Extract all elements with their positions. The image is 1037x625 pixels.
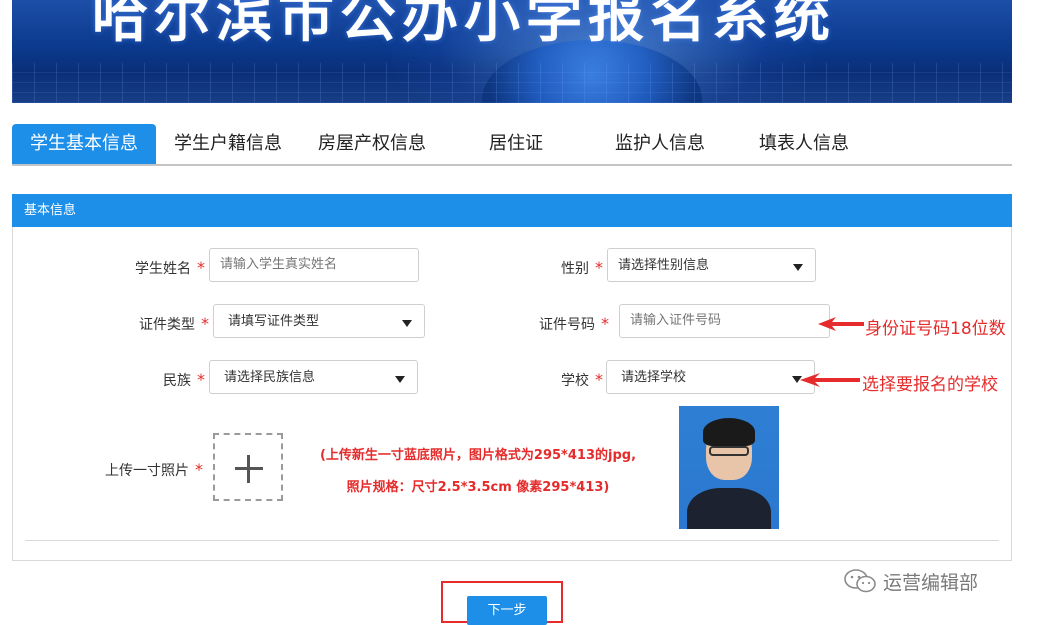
tab-residence-permit[interactable]: 居住证: [450, 124, 582, 164]
id-type-select[interactable]: 请填写证件类型: [213, 304, 425, 338]
gender-select[interactable]: 请选择性别信息: [607, 248, 816, 282]
photo-note-line1: (上传新生一寸蓝底照片，图片格式为295*413的jpg,: [319, 448, 637, 463]
student-name-label: 学生姓名 *: [135, 258, 205, 277]
required-mark: *: [197, 370, 205, 389]
photo-upload-button[interactable]: [213, 433, 283, 501]
id-number-label: 证件号码 *: [539, 314, 609, 333]
tab-guardian-info[interactable]: 监护人信息: [594, 124, 726, 164]
id-type-label: 证件类型 *: [139, 314, 209, 333]
id-number-annotation: 身份证号码18位数: [865, 319, 1006, 339]
school-annotation: 选择要报名的学校: [862, 375, 998, 395]
banner-title: 哈尔滨市公办小学报名系统: [92, 0, 836, 50]
required-mark: *: [195, 460, 203, 479]
sample-photo: [679, 406, 779, 529]
school-label: 学校 *: [561, 370, 603, 389]
required-mark: *: [601, 314, 609, 333]
annotation-arrow-icon: [800, 373, 860, 387]
photo-label: 上传一寸照片 *: [105, 460, 203, 479]
watermark: 运营编辑部: [843, 568, 978, 594]
ethnicity-label: 民族 *: [163, 370, 205, 389]
tab-property-info[interactable]: 房屋产权信息: [306, 124, 438, 164]
chevron-down-icon: [793, 264, 803, 271]
tab-household-info[interactable]: 学生户籍信息: [162, 124, 294, 164]
banner-grid: [12, 63, 1012, 103]
required-mark: *: [595, 370, 603, 389]
next-step-button[interactable]: 下一步: [467, 596, 547, 625]
tab-form-filler-info[interactable]: 填表人信息: [738, 124, 870, 164]
required-mark: *: [197, 258, 205, 277]
panel-title: 基本信息: [12, 194, 1012, 227]
school-select[interactable]: 请选择学校: [606, 360, 815, 394]
header-banner: 哈尔滨市公办小学报名系统: [12, 0, 1012, 103]
wechat-icon: [844, 569, 876, 593]
student-name-input[interactable]: [209, 248, 419, 282]
tab-bar: 学生基本信息 学生户籍信息 房屋产权信息 居住证 监护人信息 填表人信息: [12, 124, 1012, 166]
required-mark: *: [201, 314, 209, 333]
id-number-input[interactable]: [619, 304, 830, 338]
photo-note-line2: 照片规格：尺寸2.5*3.5cm 像素295*413): [346, 480, 610, 495]
chevron-down-icon: [395, 376, 405, 383]
divider: [25, 540, 999, 541]
annotation-arrow-icon: [818, 317, 864, 331]
tab-student-basic-info[interactable]: 学生基本信息: [12, 124, 156, 164]
ethnicity-select[interactable]: 请选择民族信息: [209, 360, 418, 394]
chevron-down-icon: [402, 320, 412, 327]
gender-label: 性别 *: [561, 258, 603, 277]
required-mark: *: [595, 258, 603, 277]
